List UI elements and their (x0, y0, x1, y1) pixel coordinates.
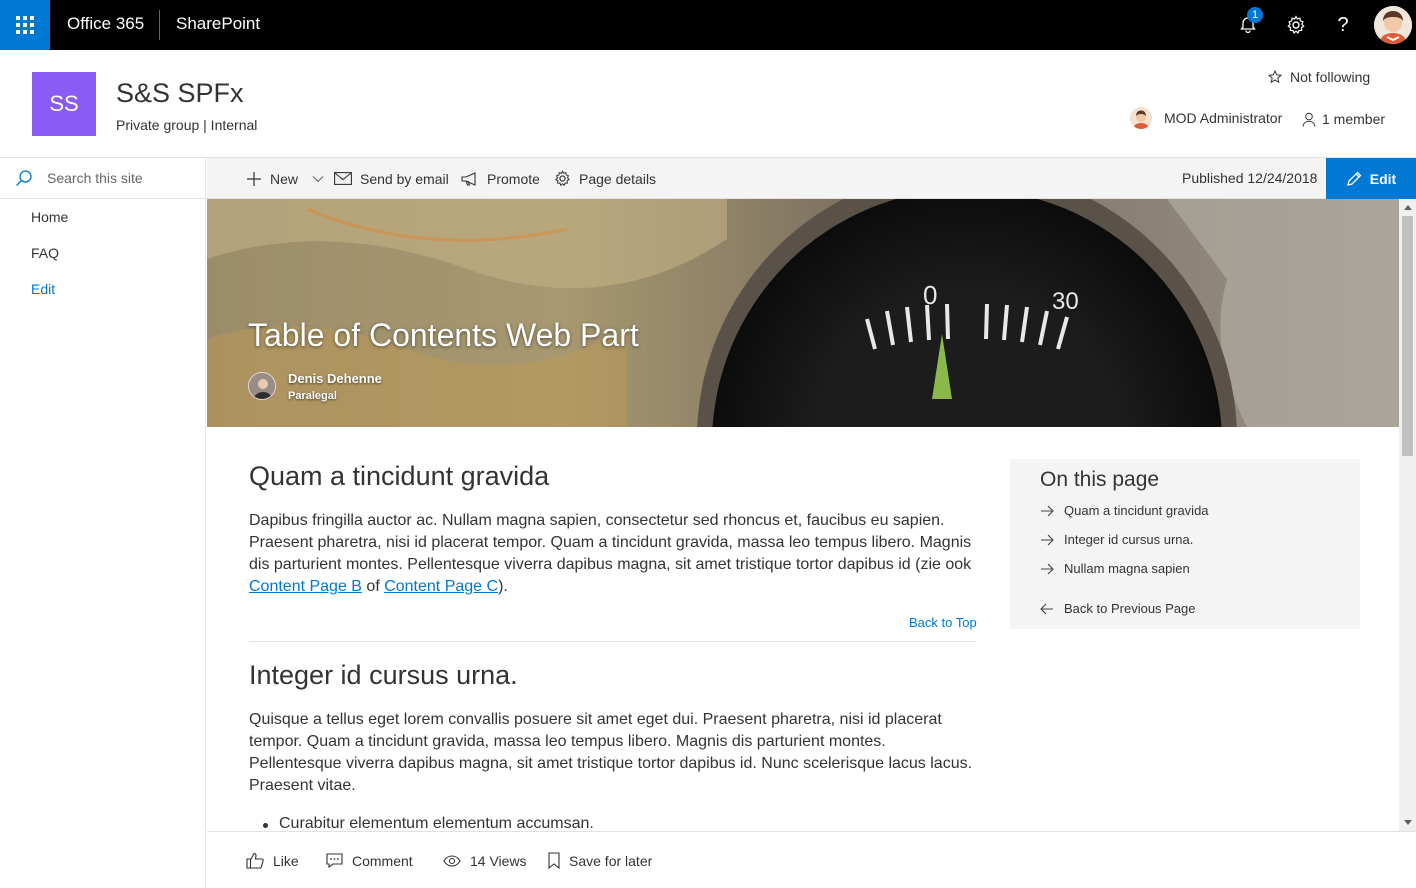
app-launcher-button[interactable] (0, 0, 50, 50)
site-title[interactable]: S&S SPFx (116, 78, 244, 109)
site-classification: Private group | Internal (116, 117, 258, 133)
admin-name: MOD Administrator (1164, 110, 1283, 126)
site-search-box[interactable]: Search this site (0, 158, 205, 199)
author-name[interactable]: Denis Dehenne (288, 371, 382, 386)
members-button[interactable]: 1 member (1302, 111, 1385, 127)
scroll-up-arrow[interactable] (1399, 199, 1416, 216)
member-count: 1 member (1322, 111, 1386, 127)
notification-badge: 1 (1247, 7, 1263, 23)
nav-item-home[interactable]: Home (0, 199, 205, 235)
edit-page-button[interactable]: Edit (1326, 158, 1416, 199)
toc-title: On this page (1040, 468, 1160, 491)
star-icon (1268, 70, 1282, 84)
nav-edit-link[interactable]: Edit (0, 271, 205, 307)
bookmark-icon (548, 852, 560, 869)
details-label: Page details (579, 170, 657, 187)
arrow-left-icon (1040, 603, 1053, 614)
site-logo[interactable]: SS (32, 72, 96, 136)
published-date: Published 12/24/2018 (1182, 170, 1318, 186)
user-avatar-icon (1374, 6, 1412, 44)
sharepoint-link[interactable]: SharePoint (176, 14, 260, 34)
send-by-email-button[interactable]: Send by email (334, 158, 449, 199)
toc-item[interactable]: Nullam magna sapien (1040, 561, 1190, 576)
back-to-previous-page-link[interactable]: Back to Previous Page (1040, 601, 1196, 616)
svg-text:30: 30 (1052, 288, 1079, 315)
help-button[interactable]: ? (1331, 13, 1355, 37)
admin-avatar (1130, 107, 1152, 129)
page-title: Table of Contents Web Part (248, 317, 639, 353)
like-icon (246, 852, 264, 869)
left-navigation: Search this site Home FAQ Edit (0, 158, 206, 888)
gear-icon (1287, 15, 1305, 35)
save-for-later-button[interactable]: Save for later (548, 832, 652, 888)
send-label: Send by email (360, 170, 449, 187)
arrow-right-icon (1041, 534, 1054, 545)
gear-icon (555, 170, 570, 187)
compass-map-image: 0 30 (207, 199, 1399, 427)
section-heading: Quam a tincidunt gravida (249, 461, 550, 491)
page-details-button[interactable]: Page details (554, 158, 656, 199)
author-role: Paralegal (288, 390, 337, 402)
table-of-contents: On this page Quam a tincidunt gravida In… (1010, 459, 1360, 629)
pencil-icon (1346, 171, 1362, 186)
suite-bar: Office 365 SharePoint 1 ? (0, 0, 1416, 50)
follow-button[interactable]: Not following (1268, 69, 1370, 85)
scroll-down-arrow[interactable] (1399, 814, 1416, 831)
chevron-down-icon (312, 175, 324, 182)
scroll-thumb[interactable] (1402, 216, 1413, 456)
toc-item[interactable]: Quam a tincidunt gravida (1040, 503, 1209, 518)
svg-text:0: 0 (923, 280, 937, 310)
office365-link[interactable]: Office 365 (67, 14, 144, 34)
page-canvas: Quam a tincidunt gravida Dapibus fringil… (207, 427, 1399, 831)
new-label: New (270, 170, 299, 187)
content-page-c-link[interactable]: Content Page C (384, 578, 498, 595)
new-button[interactable]: New (246, 158, 324, 199)
list-item: Curabitur elementum elementum accumsan. (249, 815, 976, 831)
page-title-banner: 0 30 Table of Contents Web Part Denis De… (207, 199, 1399, 427)
help-icon: ? (1337, 13, 1349, 36)
section-paragraph: Dapibus fringilla auctor ac. Nullam magn… (249, 512, 972, 595)
eye-icon (443, 854, 461, 867)
promote-label: Promote (487, 170, 540, 187)
content-page-b-link[interactable]: Content Page B (249, 578, 362, 595)
site-header: SS S&S SPFx Private group | Internal Not… (0, 50, 1416, 158)
arrow-right-icon (1041, 505, 1054, 516)
comment-icon (326, 853, 343, 868)
arrow-right-icon (1041, 563, 1054, 574)
command-bar: New Send by email Promote Page details P… (207, 158, 1416, 199)
person-icon (1302, 112, 1316, 127)
author-avatar[interactable] (248, 372, 276, 400)
section-1: Quam a tincidunt gravida Dapibus fringil… (249, 461, 976, 598)
settings-button[interactable] (1284, 13, 1308, 37)
group-owner[interactable]: MOD Administrator (1130, 107, 1282, 129)
search-placeholder: Search this site (47, 170, 143, 186)
section-2: Integer id cursus urna. Quisque a tellus… (249, 660, 976, 831)
suite-divider (159, 10, 160, 40)
promote-button[interactable]: Promote (461, 158, 540, 199)
like-button[interactable]: Like (246, 832, 299, 888)
edit-label: Edit (1369, 170, 1397, 187)
follow-label: Not following (1290, 69, 1371, 85)
back-to-top-link[interactable]: Back to Top (909, 615, 977, 630)
mail-icon (334, 172, 352, 185)
page-scrollbar[interactable] (1399, 199, 1416, 831)
section-heading: Integer id cursus urna. (249, 660, 518, 690)
user-avatar[interactable] (1374, 6, 1412, 44)
toc-item[interactable]: Integer id cursus urna. (1040, 532, 1193, 547)
megaphone-icon (461, 171, 476, 186)
nav-item-faq[interactable]: FAQ (0, 235, 205, 271)
social-bar: Like Comment 14 Views Save for later (207, 831, 1416, 888)
search-icon (16, 170, 32, 186)
comment-button[interactable]: Comment (326, 832, 413, 888)
views-count: 14 Views (443, 832, 527, 888)
plus-icon (247, 171, 261, 186)
waffle-icon (16, 16, 34, 34)
section-paragraph: Quisque a tellus eget lorem convallis po… (249, 711, 973, 794)
section-divider (249, 641, 976, 642)
